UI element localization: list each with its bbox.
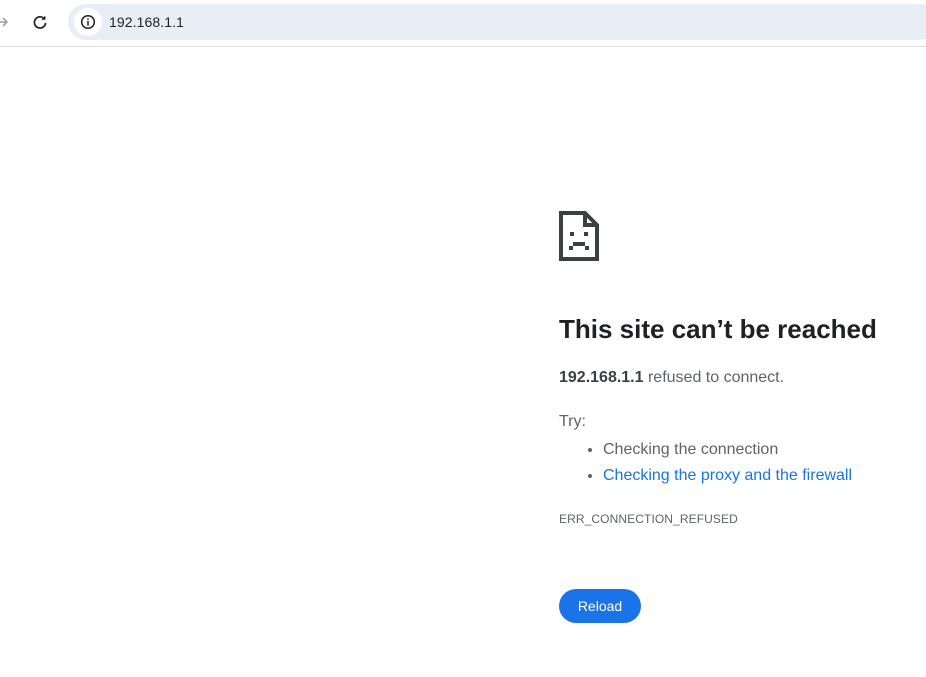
reload-nav-button[interactable] — [28, 10, 52, 34]
error-title: This site can’t be reached — [559, 314, 877, 344]
url-text[interactable]: 192.168.1.1 — [109, 14, 184, 30]
host-name: 192.168.1.1 — [559, 369, 644, 386]
try-label: Try: — [559, 413, 586, 430]
forward-arrow-icon — [0, 17, 9, 27]
summary-text: refused to connect. — [643, 369, 785, 386]
suggestion-check-connection: Checking the connection — [603, 441, 779, 458]
reload-icon — [33, 15, 47, 29]
error-summary: 192.168.1.1 refused to connect. — [559, 368, 784, 388]
suggestion-item: Checking the connection — [603, 437, 852, 463]
suggestion-item: Checking the proxy and the firewall — [603, 463, 852, 489]
suggestion-list: Checking the connection Checking the pro… — [559, 437, 852, 489]
error-code: ERR_CONNECTION_REFUSED — [559, 512, 738, 526]
site-info-button[interactable] — [74, 8, 102, 36]
reload-button[interactable]: Reload — [559, 589, 641, 623]
check-proxy-firewall-link[interactable]: Checking the proxy and the firewall — [603, 467, 852, 484]
address-bar[interactable]: 192.168.1.1 — [68, 4, 926, 40]
info-icon — [80, 14, 96, 30]
sad-page-icon — [559, 211, 599, 261]
browser-toolbar: 192.168.1.1 — [0, 0, 926, 47]
forward-button[interactable] — [0, 10, 10, 34]
